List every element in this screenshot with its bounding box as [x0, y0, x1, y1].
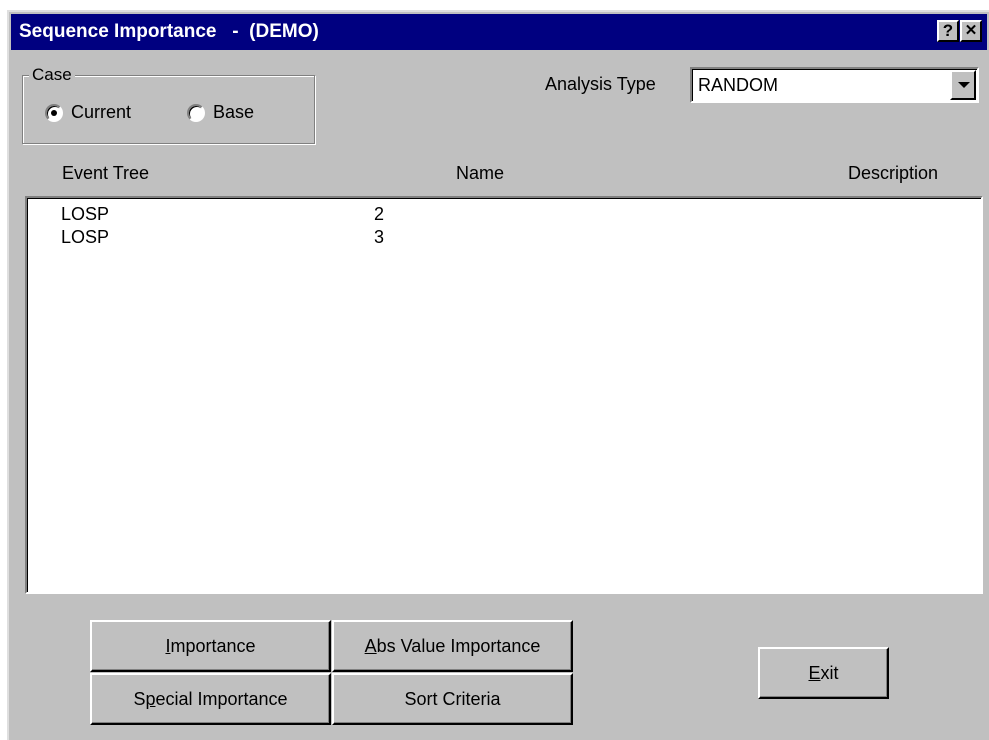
radio-unchecked-icon	[187, 103, 205, 122]
sort-criteria-button[interactable]: Sort Criteria	[332, 673, 573, 725]
exit-rest: xit	[820, 662, 839, 683]
column-header-name[interactable]: Name	[456, 163, 504, 184]
chevron-down-icon[interactable]	[950, 70, 976, 100]
sort-criteria-label: Sort Criteria	[404, 688, 501, 709]
event-tree-cell: LOSP	[61, 227, 110, 247]
sequence-listbox[interactable]: LOSP 2 LOSP 3	[25, 196, 983, 594]
radio-checked-icon	[45, 103, 63, 122]
abs-value-importance-button[interactable]: Abs Value Importance	[332, 620, 573, 672]
case-current-radio[interactable]: Current	[45, 102, 131, 123]
list-item[interactable]: LOSP 3	[27, 227, 981, 250]
exit-button[interactable]: Exit	[758, 647, 889, 699]
analysis-type-label: Analysis Type	[545, 74, 656, 94]
column-header-description[interactable]: Description	[848, 163, 938, 184]
exit-label: Exit	[808, 663, 838, 684]
name-cell: 2	[374, 204, 385, 224]
column-header-event-tree[interactable]: Event Tree	[62, 163, 149, 184]
importance-button-label: Importance	[165, 636, 255, 657]
title-bar[interactable]: Sequence Importance - (DEMO) ? ✕	[11, 14, 987, 50]
abs-value-importance-label: Abs Value Importance	[365, 636, 541, 657]
case-current-label: Current	[71, 102, 132, 122]
special-mnemonic: p	[145, 688, 156, 709]
importance-rest: mportance	[170, 635, 256, 656]
case-base-radio[interactable]: Base	[187, 102, 254, 123]
list-item[interactable]: LOSP 2	[27, 204, 981, 227]
sequence-importance-dialog: Sequence Importance - (DEMO) ? ✕ Case Cu…	[7, 10, 989, 740]
help-button[interactable]: ?	[937, 20, 959, 42]
special-pre: S	[133, 688, 146, 709]
exit-mnemonic: E	[808, 662, 821, 683]
abs-value-rest: bs Value Importance	[376, 635, 541, 656]
special-importance-label: Special Importance	[133, 689, 287, 710]
name-cell: 3	[374, 227, 385, 247]
special-importance-button[interactable]: Special Importance	[90, 673, 331, 725]
special-rest: ecial Importance	[155, 688, 288, 709]
importance-button[interactable]: Importance	[90, 620, 331, 672]
case-base-label: Base	[213, 102, 255, 122]
abs-value-mnemonic: A	[364, 635, 377, 656]
analysis-type-value: RANDOM	[698, 75, 778, 95]
close-button[interactable]: ✕	[960, 20, 982, 42]
event-tree-cell: LOSP	[61, 204, 110, 224]
analysis-type-select[interactable]: RANDOM	[690, 67, 979, 103]
case-legend: Case	[29, 65, 75, 85]
window-title: Sequence Importance - (DEMO)	[19, 21, 319, 42]
